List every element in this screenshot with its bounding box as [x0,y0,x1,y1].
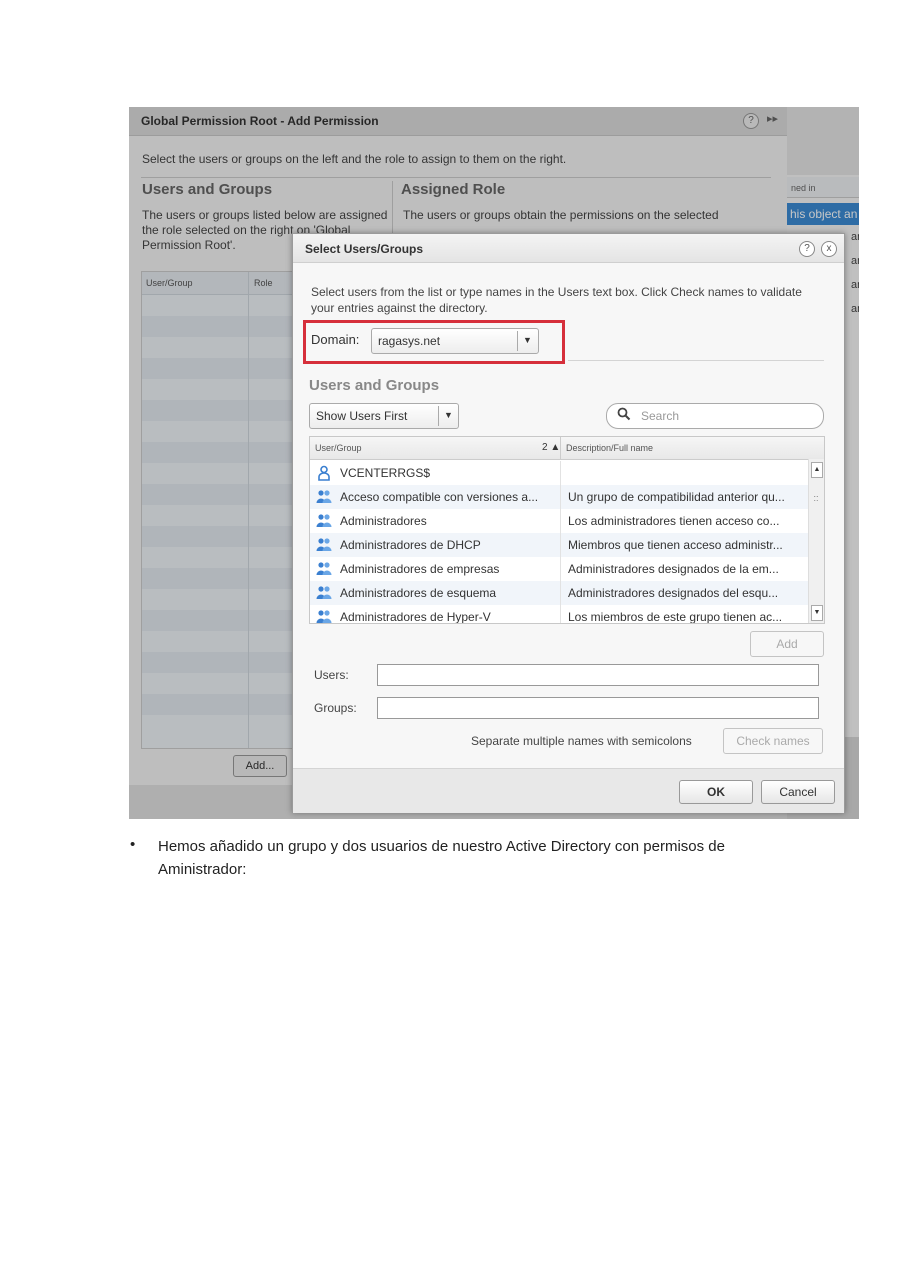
list-item[interactable]: Administradores Los administradores tien… [310,509,808,533]
users-groups-list: User/Group 2 ▲ Description/Full name VCE… [309,436,825,624]
groups-label: Groups: [314,701,357,715]
search-placeholder: Search [641,409,680,423]
column-divider [560,533,561,557]
group-icon [316,537,332,553]
sort-order-value: Show Users First [316,409,408,423]
list-item[interactable]: VCENTERRGS$ [310,461,808,485]
dialog-footer: OK Cancel [293,768,844,813]
sort-order-dropdown[interactable]: Show Users First ▼ [309,403,459,429]
list-item-name: Administradores [340,514,427,528]
list-header: User/Group 2 ▲ Description/Full name [310,437,824,460]
bullet-marker: • [130,836,136,853]
select-users-groups-dialog: Select Users/Groups ? x Select users fro… [292,233,845,813]
dropdown-divider [438,406,439,426]
list-item[interactable]: Administradores de empresas Administrado… [310,557,808,581]
column-divider [560,461,561,485]
list-item-description: Administradores designados de la em... [568,562,779,576]
users-label: Users: [314,668,349,682]
search-input[interactable]: Search [606,403,824,429]
group-icon [316,513,332,529]
help-icon[interactable]: ? [799,241,815,257]
sort-indicator[interactable]: 2 ▲ [542,442,560,453]
add-button[interactable]: Add [750,631,824,657]
list-item-name: Acceso compatible con versiones a... [340,490,539,504]
cancel-button[interactable]: Cancel [761,780,835,804]
scroll-up-icon[interactable]: ▲ [811,462,823,478]
column-divider [560,557,561,581]
search-icon [617,407,631,424]
list-item-description: Los administradores tienen acceso co... [568,514,780,528]
list-scrollbar[interactable]: ▲ :: ▼ [808,459,824,623]
column-divider [560,485,561,509]
list-item-description: Los miembros de este grupo tienen ac... [568,610,783,624]
annotation-highlight-box [303,320,565,364]
user-icon [316,465,332,481]
separator-hint: Separate multiple names with semicolons [471,734,692,748]
group-icon [316,609,332,623]
dialog-instructions: Select users from the list or type names… [311,285,802,315]
list-item-description: Administradores designados del esqu... [568,586,779,600]
column-header-description[interactable]: Description/Full name [566,443,653,453]
column-divider [560,605,561,623]
divider [568,360,824,361]
list-item-name: Administradores de DHCP [340,538,481,552]
check-names-button[interactable]: Check names [723,728,823,754]
list-item-name: VCENTERRGS$ [340,466,431,480]
list-item-name: Administradores de esquema [340,586,497,600]
column-divider [560,581,561,605]
scroll-down-icon[interactable]: ▼ [811,605,823,621]
ok-button[interactable]: OK [679,780,753,804]
group-icon [316,585,332,601]
column-divider [560,509,561,533]
list-item[interactable]: Administradores de esquema Administrador… [310,581,808,605]
list-item[interactable]: Administradores de Hyper-V Los miembros … [310,605,808,624]
screenshot-frame: Global Permission Root - Add Permission … [129,107,859,819]
scroll-thumb[interactable]: :: [811,493,821,511]
group-icon [316,561,332,577]
list-item-description: Un grupo de compatibilidad anterior qu..… [568,490,785,504]
users-groups-heading: Users and Groups [309,377,440,394]
chevron-down-icon[interactable]: ▼ [444,410,453,420]
list-item-name: Administradores de Hyper-V [340,610,491,624]
column-header-user-group[interactable]: User/Group [315,443,362,453]
column-divider[interactable] [560,437,561,459]
dialog-title: Select Users/Groups [305,242,424,256]
group-icon [316,489,332,505]
users-input[interactable] [377,664,819,686]
list-item-name: Administradores de empresas [340,562,500,576]
groups-input[interactable] [377,697,819,719]
list-item-description: Miembros que tienen acceso administr... [568,538,783,552]
document-paragraph: Hemos añadido un grupo y dos usuarios de… [158,838,725,878]
close-icon[interactable]: x [821,241,837,257]
list-item[interactable]: Acceso compatible con versiones a... Un … [310,485,808,509]
list-item[interactable]: Administradores de DHCP Miembros que tie… [310,533,808,557]
